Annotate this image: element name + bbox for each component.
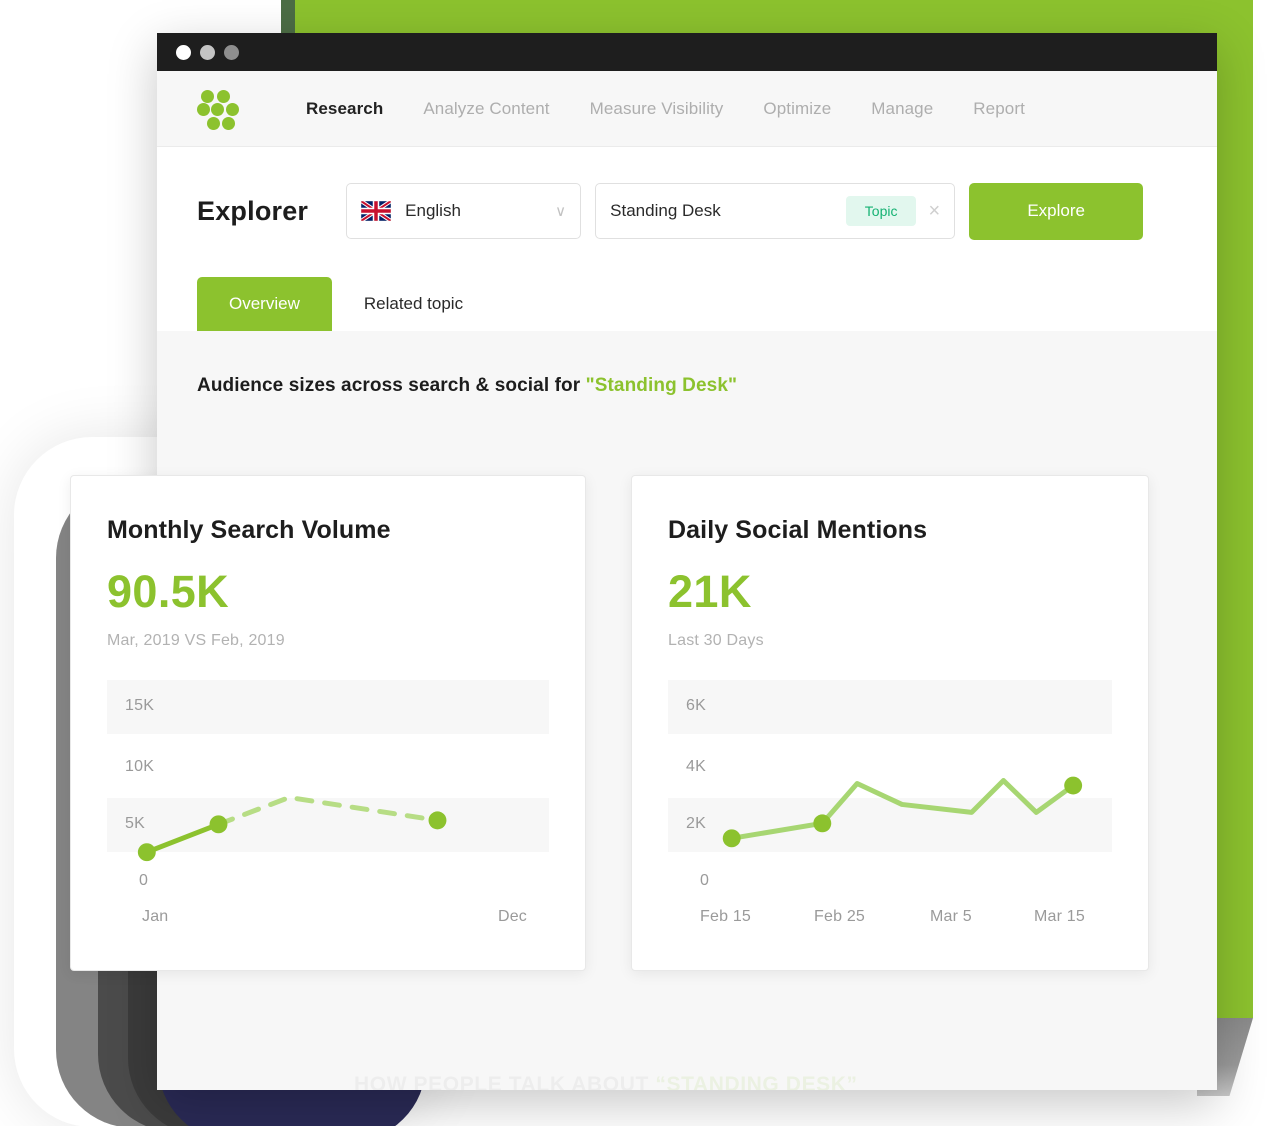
tab-related-topic[interactable]: Related topic <box>332 277 495 331</box>
app-logo[interactable] <box>197 87 241 131</box>
close-window-button[interactable] <box>176 44 191 60</box>
nav-item-manage[interactable]: Manage <box>851 99 953 119</box>
nav-item-optimize[interactable]: Optimize <box>743 99 851 119</box>
daily-chart-x-axis: Feb 15 Feb 25 Mar 5 Mar 15 <box>668 908 1112 936</box>
maximize-window-button[interactable] <box>224 44 239 60</box>
x-tick-mar-15: Mar 15 <box>1034 908 1085 925</box>
window-titlebar <box>157 33 1217 71</box>
chevron-down-icon: ∨ <box>555 203 567 220</box>
card-subtitle: Last 30 Days <box>668 632 764 649</box>
audience-heading-keyword: "Standing Desk" <box>585 375 738 396</box>
main-navigation-bar: Research Analyze Content Measure Visibil… <box>157 71 1217 147</box>
explore-button[interactable]: Explore <box>969 182 1144 240</box>
tab-overview[interactable]: Overview <box>197 277 332 331</box>
explorer-toolbar: Explorer English ∨ Standing Desk Topic × <box>157 147 1217 275</box>
x-tick-dec: Dec <box>497 908 527 925</box>
daily-social-mentions-chart: 6K 4K 2K 0 <box>668 680 1112 892</box>
daily-social-mentions-series <box>722 776 1083 848</box>
card-subtitle: Mar, 2019 VS Feb, 2019 <box>107 632 285 649</box>
nav-links: Research Analyze Content Measure Visibil… <box>286 99 1045 119</box>
how-people-talk-prefix: HOW PEOPLE TALK ABOUT <box>354 1073 655 1090</box>
daily-social-mentions-card: Daily Social Mentions 21K Last 30 Days 6… <box>631 475 1149 971</box>
x-tick-mar-5: Mar 5 <box>930 908 972 925</box>
page-title: Explorer <box>197 195 309 226</box>
card-metric: 90.5K <box>107 566 230 617</box>
nav-item-analyze-content[interactable]: Analyze Content <box>403 99 569 119</box>
uk-flag-icon <box>361 201 392 221</box>
how-people-talk-heading: HOW PEOPLE TALK ABOUT “STANDING DESK” <box>354 1073 858 1090</box>
topic-input[interactable]: Standing Desk Topic × <box>595 183 956 239</box>
x-tick-feb-25: Feb 25 <box>814 908 866 925</box>
audience-heading-prefix: Audience sizes across search & social fo… <box>197 375 586 396</box>
card-title: Monthly Search Volume <box>107 516 391 544</box>
language-select[interactable]: English ∨ <box>346 183 582 239</box>
tab-bar: Overview Related topic <box>157 275 1217 331</box>
x-tick-jan: Jan <box>142 908 169 925</box>
monthly-search-volume-card: Monthly Search Volume 90.5K Mar, 2019 VS… <box>70 475 586 971</box>
topic-type-badge: Topic <box>845 196 917 226</box>
nav-item-research[interactable]: Research <box>286 99 403 119</box>
audience-heading: Audience sizes across search & social fo… <box>197 331 1177 397</box>
monthly-search-volume-chart: 15K 10K 5K 0 <box>107 680 549 892</box>
topic-value: Standing Desk <box>610 201 721 220</box>
how-people-talk-keyword: “STANDING DESK” <box>655 1073 858 1090</box>
language-value: English <box>405 201 461 220</box>
minimize-window-button[interactable] <box>200 44 215 60</box>
clear-topic-icon[interactable]: × <box>928 201 940 221</box>
nav-item-measure-visibility[interactable]: Measure Visibility <box>570 99 744 119</box>
monthly-search-volume-series <box>137 794 447 862</box>
card-metric: 21K <box>668 566 752 617</box>
card-title: Daily Social Mentions <box>668 516 928 544</box>
x-tick-feb-15: Feb 15 <box>700 908 752 925</box>
screenshot-root: Research Analyze Content Measure Visibil… <box>0 0 1274 1126</box>
monthly-chart-x-axis: Jan Dec <box>107 908 549 936</box>
nav-item-report[interactable]: Report <box>953 99 1045 119</box>
